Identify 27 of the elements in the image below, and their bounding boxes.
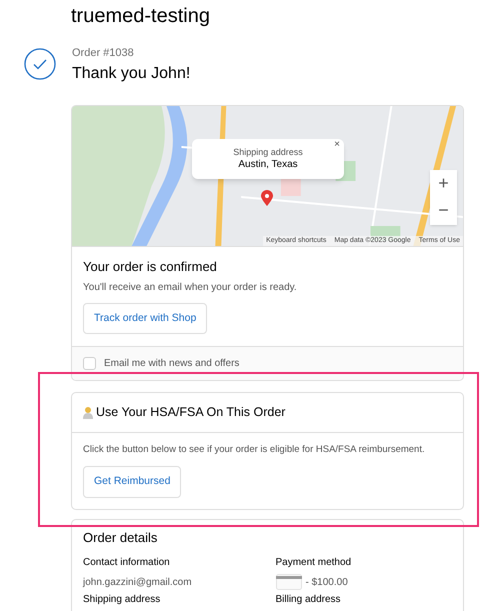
- hsa-heading: Use Your HSA/FSA On This Order: [96, 404, 286, 422]
- store-name: truemed-testing: [71, 4, 211, 29]
- popup-place: Austin, Texas: [238, 158, 298, 172]
- check-circle-icon: [24, 48, 56, 80]
- payment-amount: - $100.00: [306, 576, 348, 590]
- newsletter-checkbox[interactable]: [83, 357, 96, 370]
- zoom-in-button[interactable]: +: [430, 170, 457, 197]
- track-order-button[interactable]: Track order with Shop: [83, 303, 208, 334]
- thank-you-heading: Thank you John!: [72, 64, 190, 84]
- get-reimbursed-button[interactable]: Get Reimbursed: [83, 466, 182, 498]
- confirmed-heading: Your order is confirmed: [83, 259, 217, 275]
- person-icon: [83, 406, 93, 419]
- section-label: Contact information: [83, 556, 170, 569]
- section-label: Payment method: [276, 556, 352, 569]
- credit-card-icon: [276, 574, 302, 590]
- section-label: Shipping address: [83, 593, 160, 606]
- map-pin-icon: [261, 190, 273, 206]
- newsletter-label: Email me with news and offers: [104, 357, 240, 371]
- order-number: Order #1038: [72, 46, 135, 60]
- confirmed-message: You'll receive an email when your order is ready.: [83, 281, 297, 295]
- close-button[interactable]: ×: [334, 140, 340, 150]
- order-details-heading: Order details: [83, 529, 158, 547]
- zoom-out-button[interactable]: −: [430, 197, 457, 224]
- section-value: john.gazzini@gmail.com: [83, 576, 192, 589]
- hsa-message: Click the button below to see if your order is eligible for HSA/FSA reimbursement.: [83, 443, 425, 457]
- section-label: Billing address: [276, 593, 341, 606]
- popup-label: Shipping address: [233, 146, 303, 158]
